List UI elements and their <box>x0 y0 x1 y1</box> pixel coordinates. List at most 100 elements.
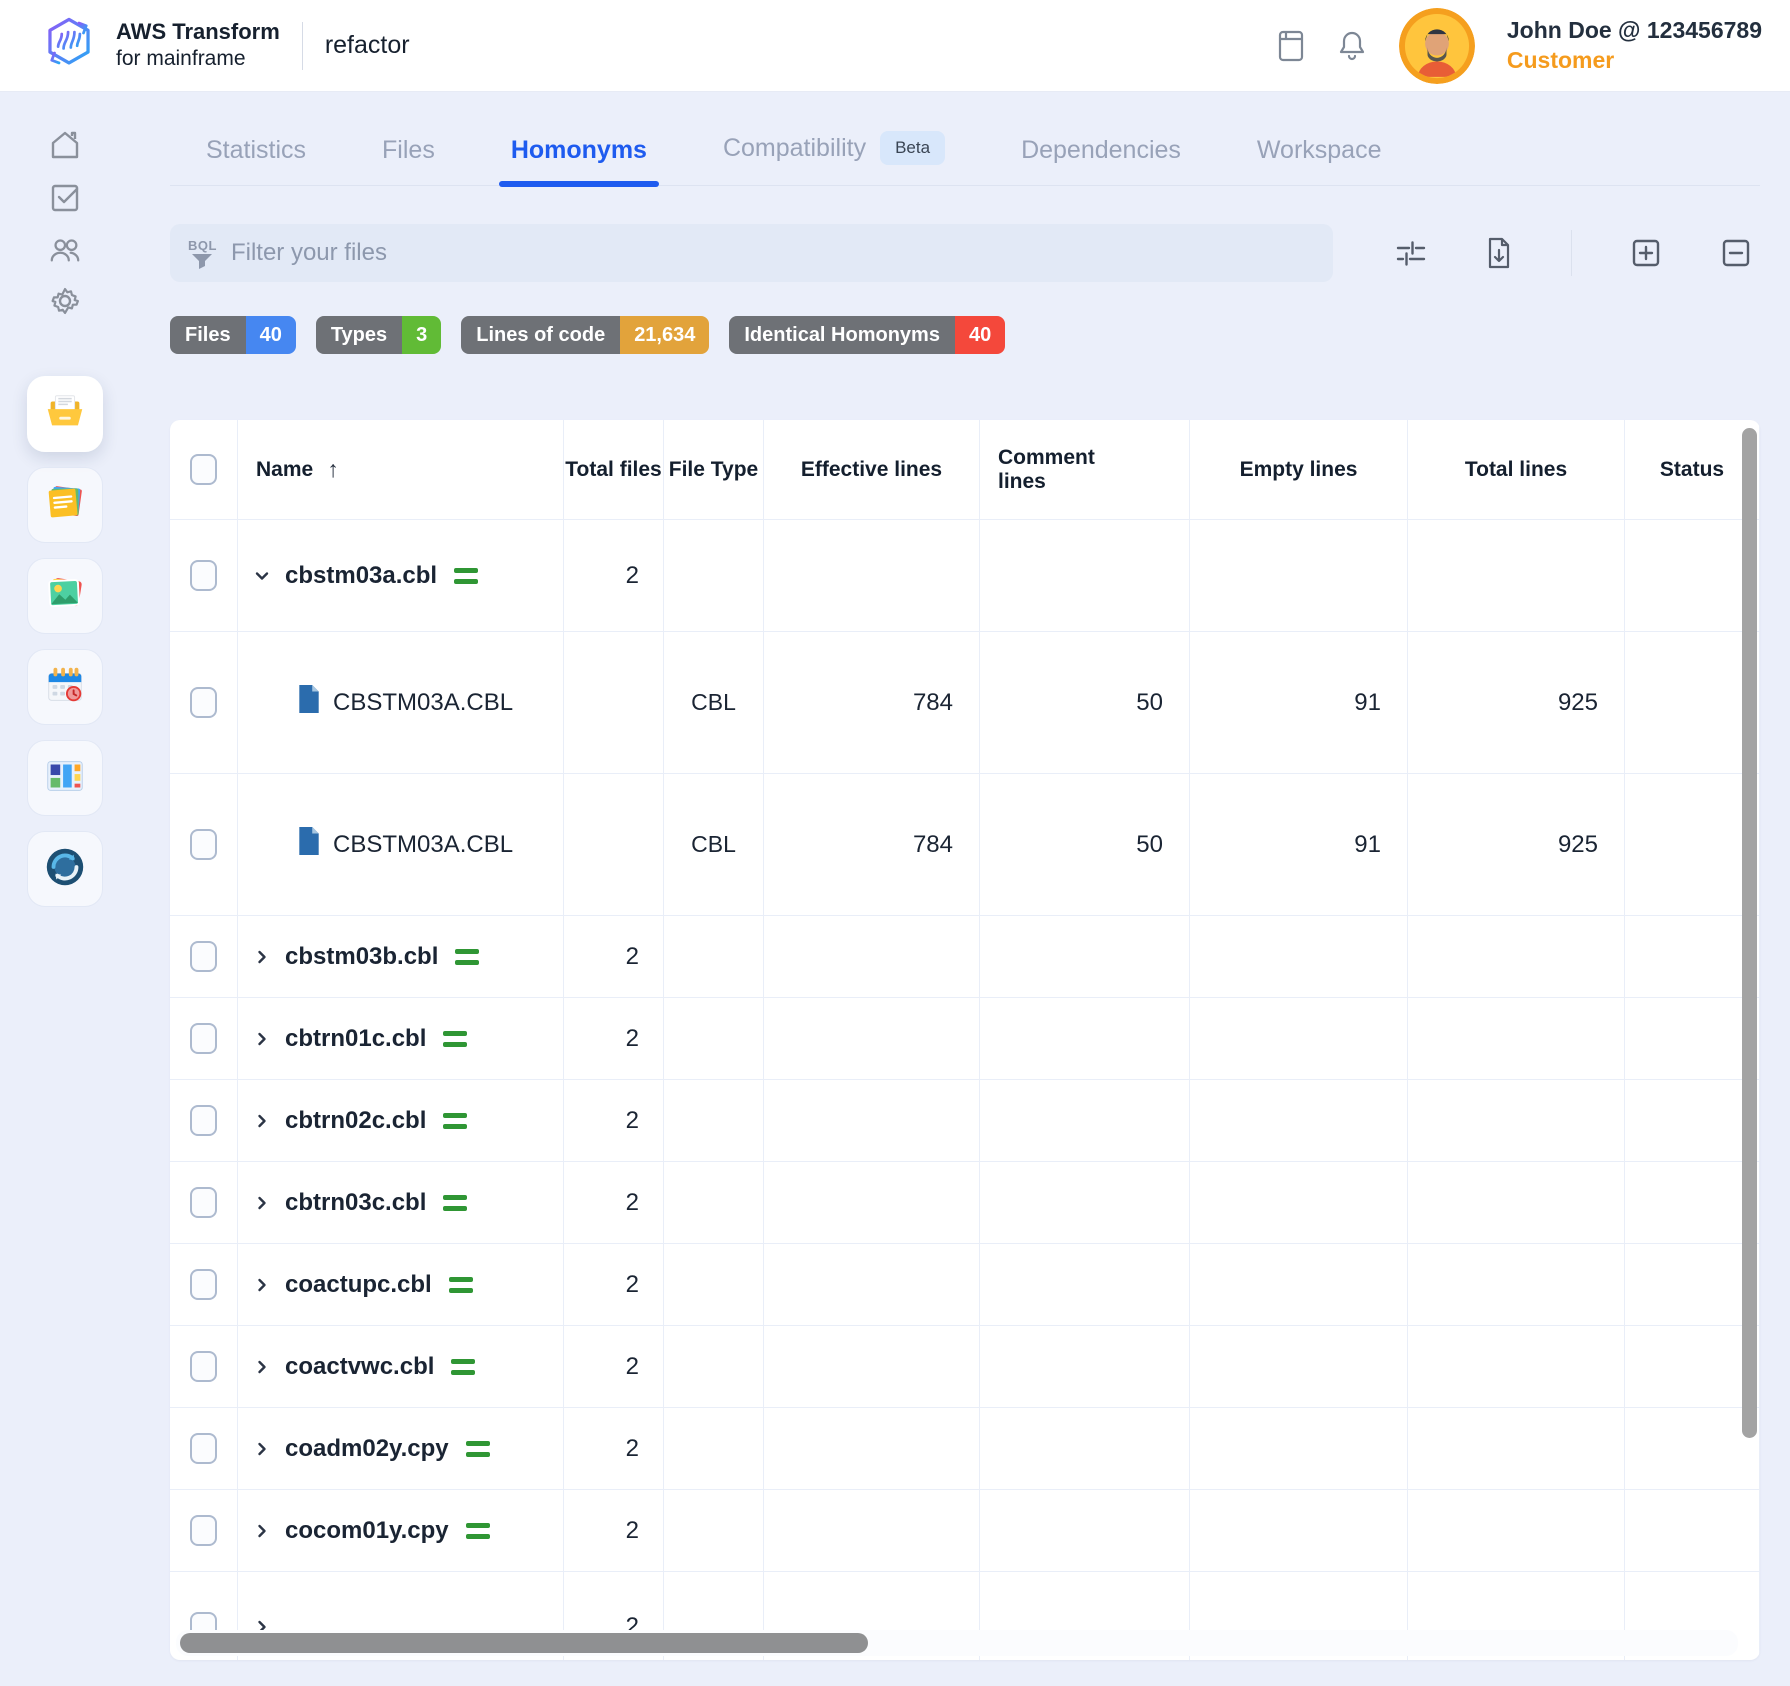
file-type-cell <box>664 1408 764 1489</box>
effective-lines-cell <box>764 1244 980 1325</box>
chevron-right-icon[interactable] <box>252 1029 272 1049</box>
home-icon[interactable] <box>48 128 82 162</box>
row-checkbox[interactable] <box>190 454 217 485</box>
toolbar-divider <box>1571 230 1572 276</box>
export-file-download-icon[interactable] <box>1485 236 1513 270</box>
homonym-group-row[interactable]: cbtrn03c.cbl2 <box>170 1162 1760 1244</box>
sidebar-app-calendar[interactable] <box>27 649 103 725</box>
total-files-value: 2 <box>626 1271 639 1299</box>
total-lines-cell <box>1408 1162 1625 1243</box>
tab-compatibility[interactable]: CompatibilityBeta <box>723 131 945 185</box>
chevron-down-icon[interactable] <box>252 566 272 586</box>
notifications-bell-icon[interactable] <box>1337 29 1367 63</box>
file-icon <box>298 685 320 720</box>
tab-dependencies[interactable]: Dependencies <box>1021 136 1181 185</box>
sidebar-app-files-folder[interactable] <box>27 376 103 452</box>
homonym-group-row[interactable]: coadm02y.cpy2 <box>170 1408 1760 1490</box>
file-name: CBSTM03A.CBL <box>333 831 513 859</box>
chevron-right-icon[interactable] <box>252 947 272 967</box>
chevron-right-icon[interactable] <box>252 1439 272 1459</box>
settings-gear-icon[interactable] <box>48 284 82 318</box>
row-checkbox[interactable] <box>190 829 217 860</box>
row-checkbox[interactable] <box>190 1351 217 1382</box>
sidebar-app-sync[interactable] <box>27 831 103 907</box>
empty-lines-cell <box>1190 1162 1408 1243</box>
bql-filter-icon: BQL <box>188 238 217 269</box>
product-name: refactor <box>325 31 410 60</box>
tab-homonyms[interactable]: Homonyms <box>511 136 647 185</box>
chevron-right-icon[interactable] <box>252 1111 272 1131</box>
status-cell <box>1625 520 1760 631</box>
tab-files[interactable]: Files <box>382 136 435 185</box>
sidebar-app-collage[interactable] <box>27 740 103 816</box>
users-icon[interactable] <box>48 232 82 266</box>
chevron-right-icon[interactable] <box>252 1275 272 1295</box>
total-lines-cell: 925 <box>1408 774 1625 915</box>
effective-lines-cell <box>764 1408 980 1489</box>
homonym-group-row[interactable]: coactvwc.cbl2 <box>170 1326 1760 1408</box>
homonym-group-row[interactable]: cbtrn01c.cbl 2 <box>170 998 1760 1080</box>
user-avatar[interactable] <box>1399 8 1475 84</box>
chip-value: 40 <box>955 316 1005 354</box>
row-checkbox[interactable] <box>190 687 217 718</box>
comment-lines-cell <box>980 916 1190 997</box>
total-files-value: 2 <box>626 1025 639 1053</box>
file-name: coactvwc.cbl <box>285 1353 434 1381</box>
row-checkbox[interactable] <box>190 1433 217 1464</box>
total-lines-cell <box>1408 1326 1625 1407</box>
homonym-group-row[interactable]: cbstm03b.cbl2 <box>170 916 1760 998</box>
total-files-value: 2 <box>626 943 639 971</box>
file-row[interactable]: CBSTM03A.CBLCBL7845091925 <box>170 632 1760 774</box>
status-cell <box>1625 1162 1760 1243</box>
sidebar-app-notes[interactable] <box>27 467 103 543</box>
file-type-cell <box>664 916 764 997</box>
row-checkbox[interactable] <box>190 941 217 972</box>
brand-subtitle: for mainframe <box>116 46 280 72</box>
empty-lines-cell <box>1190 998 1408 1079</box>
sidebar-app-images[interactable] <box>27 558 103 634</box>
filter-settings-sliders-icon[interactable] <box>1395 238 1427 268</box>
file-type-value: CBL <box>691 689 736 716</box>
chevron-right-icon[interactable] <box>252 1193 272 1213</box>
horizontal-scrollbar[interactable] <box>180 1633 868 1653</box>
row-checkbox[interactable] <box>190 560 217 591</box>
file-name: cbtrn01c.cbl <box>285 1025 426 1053</box>
calendar-clock-icon <box>42 662 88 713</box>
file-type-cell: CBL <box>664 774 764 915</box>
row-checkbox[interactable] <box>190 1515 217 1546</box>
homonym-group-row[interactable]: cocom01y.cpy2 <box>170 1490 1760 1572</box>
column-header-name[interactable]: Name↑ <box>238 420 564 519</box>
brand: AWS Transform for mainframe <box>40 14 280 77</box>
identical-homonym-icon <box>466 1441 490 1457</box>
tasks-check-icon[interactable] <box>48 180 82 214</box>
homonym-group-row[interactable]: cbtrn02c.cbl2 <box>170 1080 1760 1162</box>
homonym-group-row[interactable]: cbstm03a.cbl2 <box>170 520 1760 632</box>
collapse-all-icon[interactable] <box>1720 237 1752 269</box>
journal-icon[interactable] <box>1277 29 1305 63</box>
picture-icon <box>42 571 88 622</box>
filter-bar[interactable]: BQL <box>170 224 1333 282</box>
file-type-cell <box>664 998 764 1079</box>
chevron-right-icon[interactable] <box>252 1521 272 1541</box>
comment-lines-cell <box>980 1326 1190 1407</box>
filter-files-input[interactable] <box>231 239 1315 267</box>
chip-value: 40 <box>246 316 296 354</box>
empty-lines-cell <box>1190 520 1408 631</box>
comment-lines-cell: 50 <box>980 632 1190 773</box>
chevron-right-icon[interactable] <box>252 1357 272 1377</box>
row-checkbox[interactable] <box>190 1269 217 1300</box>
row-checkbox[interactable] <box>190 1105 217 1136</box>
tab-statistics[interactable]: Statistics <box>206 136 306 185</box>
comment-lines-cell: 50 <box>980 774 1190 915</box>
effective-lines-cell <box>764 1162 980 1243</box>
homonym-group-row[interactable]: coactupc.cbl2 <box>170 1244 1760 1326</box>
expand-all-icon[interactable] <box>1630 237 1662 269</box>
status-cell <box>1625 998 1760 1079</box>
row-checkbox[interactable] <box>190 1023 217 1054</box>
vertical-scrollbar[interactable] <box>1742 428 1757 1438</box>
beta-badge: Beta <box>880 131 945 165</box>
file-row[interactable]: CBSTM03A.CBLCBL7845091925 <box>170 774 1760 916</box>
tab-workspace[interactable]: Workspace <box>1257 136 1382 185</box>
row-checkbox[interactable] <box>190 1187 217 1218</box>
file-type-cell <box>664 1490 764 1571</box>
